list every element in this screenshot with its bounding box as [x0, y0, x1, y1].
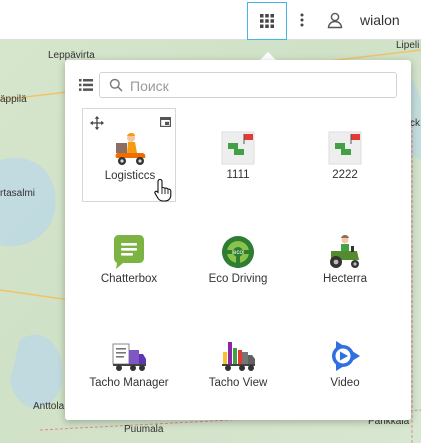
chatterbox-icon: [114, 235, 144, 269]
app-label: 1111: [226, 169, 250, 181]
svg-text:eco: eco: [233, 250, 243, 256]
app-tile-hecterra[interactable]: Hecterra: [298, 212, 392, 306]
app-tile-tacho-view[interactable]: Tacho View: [191, 316, 285, 410]
panel-caret: [260, 52, 276, 60]
user-icon[interactable]: [326, 11, 344, 29]
custom-app-flag-icon: [221, 131, 255, 165]
app-label: Hecterra: [322, 273, 368, 285]
list-view-icon[interactable]: [79, 79, 93, 91]
app-label: Chatterbox: [100, 273, 158, 285]
apps-panel: Logisticcs 1111 2222 Chatterbox: [65, 60, 411, 420]
app-tile-1111[interactable]: 1111: [191, 108, 285, 202]
move-icon[interactable]: [90, 116, 104, 130]
more-vertical-icon[interactable]: [296, 10, 308, 30]
app-label: Tacho Manager: [89, 377, 169, 389]
app-tile-tacho-manager[interactable]: Tacho Manager: [82, 316, 176, 410]
custom-app-flag-icon: [328, 131, 362, 165]
app-label: Video: [330, 377, 360, 389]
user-name[interactable]: wialon: [360, 12, 400, 28]
app-tile-eco-driving[interactable]: eco Eco Driving: [191, 212, 285, 306]
eco-driving-icon: eco: [222, 236, 254, 268]
search-icon: [109, 78, 123, 92]
map-label: rtasalmi: [0, 188, 36, 199]
map-label: Puumala: [124, 424, 164, 435]
search-input[interactable]: [128, 76, 392, 96]
app-label: 2222: [332, 169, 358, 181]
tacho-manager-truck-icon: [112, 343, 146, 371]
map-label: ck: [410, 118, 420, 129]
hecterra-tractor-icon: [330, 235, 359, 268]
app-tile-chatterbox[interactable]: Chatterbox: [82, 212, 176, 306]
apps-grid-icon: [260, 14, 274, 28]
tacho-view-truck-icon: [222, 342, 255, 371]
hand-cursor-icon: [154, 178, 172, 202]
map-label: Anttola: [33, 401, 65, 412]
map-label: Lipeli: [396, 40, 420, 51]
app-label: Tacho View: [208, 377, 268, 389]
logistics-courier-icon: [115, 133, 146, 165]
video-play-icon: [332, 341, 360, 371]
map-label: äppilä: [0, 94, 27, 105]
open-in-window-icon[interactable]: [160, 117, 171, 127]
apps-menu-button[interactable]: [247, 2, 287, 40]
app-tile-2222[interactable]: 2222: [298, 108, 392, 202]
top-bar: wialon: [0, 0, 421, 40]
app-label: Eco Driving: [208, 273, 268, 285]
search-box: [99, 72, 397, 98]
app-tile-video[interactable]: Video: [298, 316, 392, 410]
